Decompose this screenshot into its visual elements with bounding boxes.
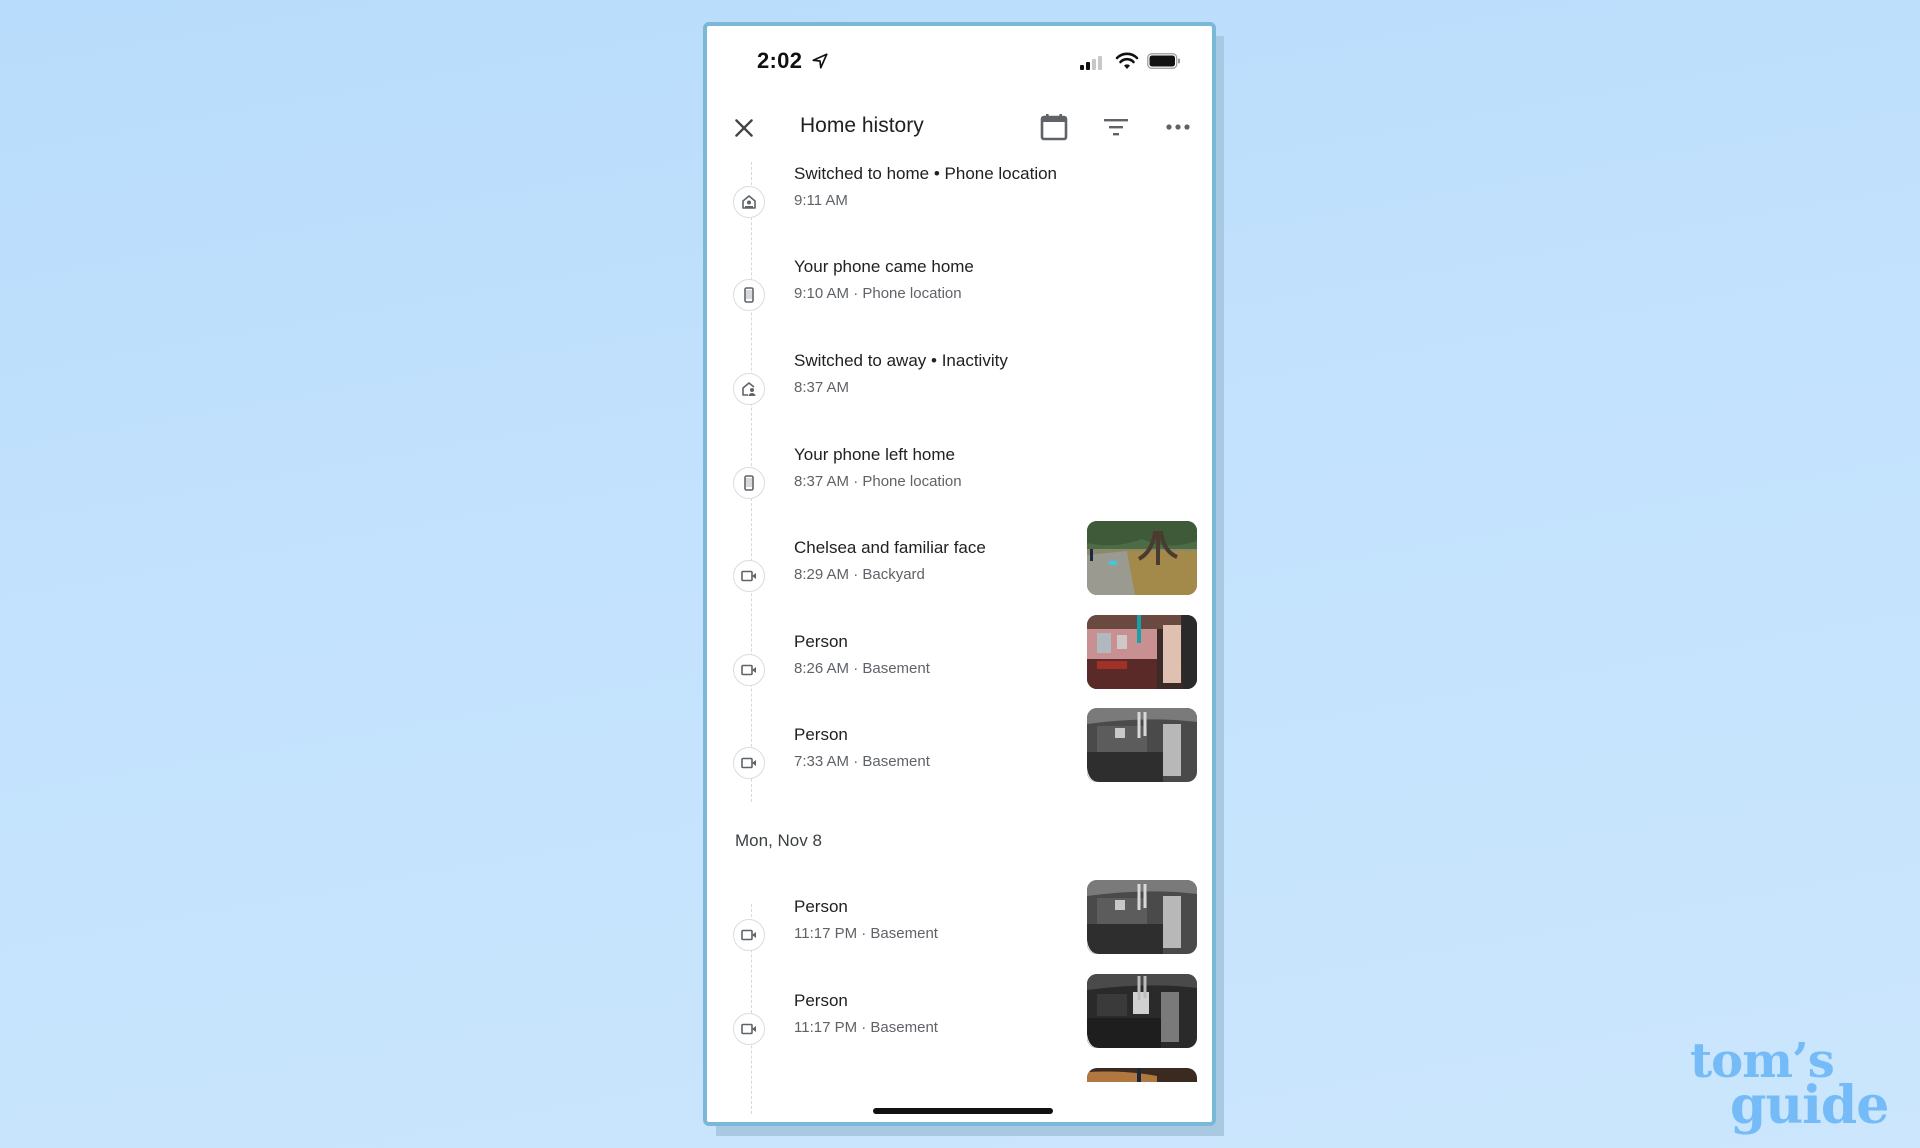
event-subtitle: 7:33 AM · Basement xyxy=(794,753,930,770)
video-camera-icon xyxy=(733,1013,765,1045)
phone-screen: 2:02 Home history Switched to home • Pho… xyxy=(703,22,1216,1126)
list-item[interactable]: Person 11:17 PM · Basement xyxy=(707,880,1212,975)
event-thumbnail-basement-color[interactable] xyxy=(1087,615,1197,689)
event-subtitle: 9:10 AM · Phone location xyxy=(794,285,962,302)
date-header: Mon, Nov 8 xyxy=(735,831,822,850)
event-subtitle: 11:17 PM · Basement xyxy=(794,1019,938,1036)
list-item[interactable]: Person 8:26 AM · Basement xyxy=(707,615,1212,710)
event-subtitle: 9:11 AM xyxy=(794,192,848,209)
video-camera-icon xyxy=(733,747,765,779)
phone-icon xyxy=(733,467,765,499)
list-item[interactable]: Your phone left home 8:37 AM · Phone loc… xyxy=(707,443,1212,523)
event-title: Switched to home • Phone location xyxy=(794,164,1058,183)
toms-guide-watermark: tom’s guide xyxy=(1690,1037,1889,1137)
event-title: Chelsea and familiar face xyxy=(794,538,986,557)
list-item[interactable]: Person 11:17 PM · Basement xyxy=(707,974,1212,1069)
list-item[interactable]: Switched to home • Phone location 9:11 A… xyxy=(707,162,1212,242)
event-title: Your phone came home xyxy=(794,257,974,276)
event-thumbnail-partial[interactable] xyxy=(1087,1068,1197,1082)
phone-icon xyxy=(733,279,765,311)
event-title: Person xyxy=(794,632,848,651)
video-camera-icon xyxy=(733,654,765,686)
list-item[interactable]: Chelsea and familiar face 8:29 AM · Back… xyxy=(707,521,1212,616)
list-item[interactable]: Person 7:33 AM · Basement xyxy=(707,708,1212,803)
away-mode-icon xyxy=(733,373,765,405)
event-title: Your phone left home xyxy=(794,445,955,464)
event-title: Person xyxy=(794,897,848,916)
list-item[interactable]: Switched to away • Inactivity 8:37 AM xyxy=(707,349,1212,429)
list-item[interactable]: Your phone came home 9:10 AM · Phone loc… xyxy=(707,255,1212,335)
event-thumbnail-basement-gray[interactable] xyxy=(1087,880,1197,954)
event-title: Person xyxy=(794,991,848,1010)
event-subtitle: 8:26 AM · Basement xyxy=(794,660,930,677)
video-camera-icon xyxy=(733,560,765,592)
watermark-line2: guide xyxy=(1730,1075,1889,1137)
history-list: Switched to home • Phone location 9:11 A… xyxy=(707,26,1212,1122)
event-subtitle: 11:17 PM · Basement xyxy=(794,925,938,942)
video-camera-icon xyxy=(733,919,765,951)
event-subtitle: 8:37 AM · Phone location xyxy=(794,473,962,490)
event-thumbnail-backyard[interactable] xyxy=(1087,521,1197,595)
event-title: Person xyxy=(794,725,848,744)
home-indicator[interactable] xyxy=(873,1108,1053,1114)
event-subtitle: 8:29 AM · Backyard xyxy=(794,566,925,583)
event-thumbnail-basement-gray[interactable] xyxy=(1087,708,1197,782)
event-thumbnail-basement-dark[interactable] xyxy=(1087,974,1197,1048)
event-subtitle: 8:37 AM xyxy=(794,379,850,396)
event-title: Switched to away • Inactivity xyxy=(794,351,1008,370)
home-mode-icon xyxy=(733,186,765,218)
